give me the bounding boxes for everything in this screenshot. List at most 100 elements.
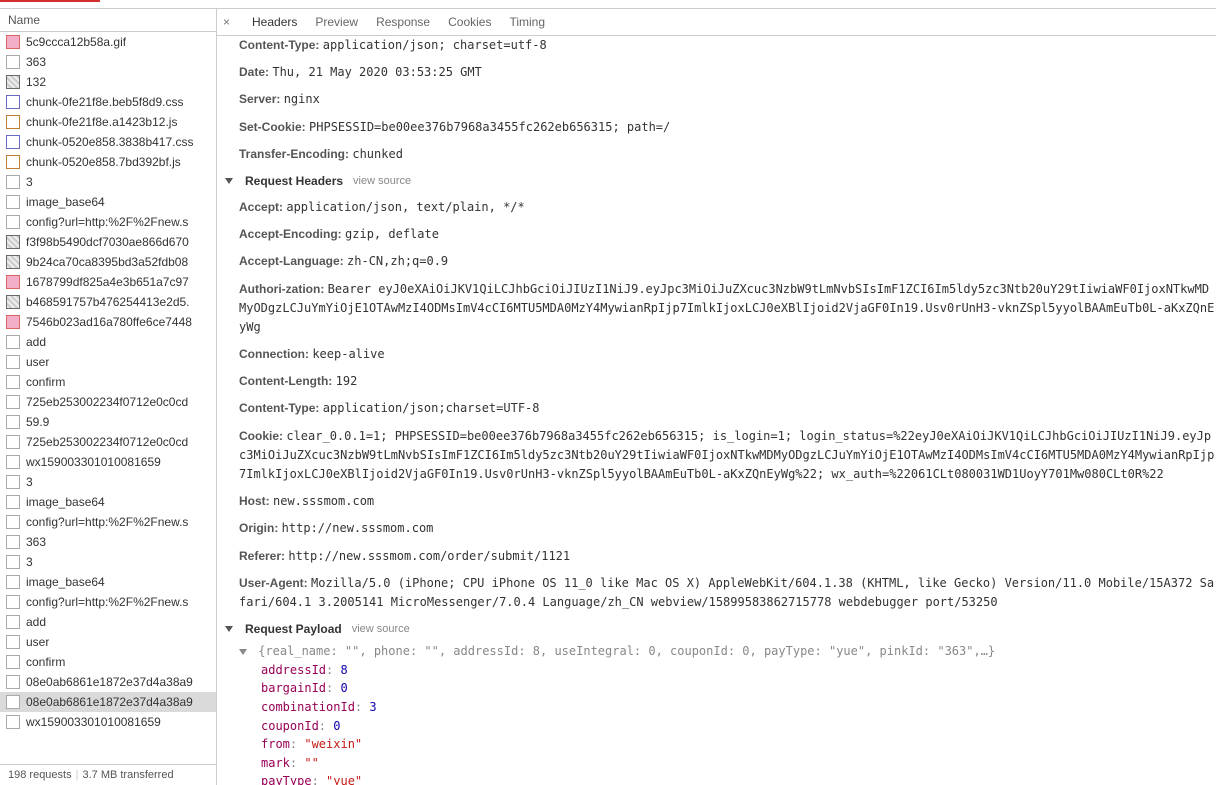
file-type-icon: [6, 235, 20, 249]
request-name: 1678799df825a4e3b651a7c97: [26, 275, 189, 289]
request-row[interactable]: chunk-0fe21f8e.beb5f8d9.css: [0, 92, 216, 112]
request-row[interactable]: 363: [0, 532, 216, 552]
tab-preview[interactable]: Preview: [315, 15, 358, 29]
request-row[interactable]: 5c9ccca12b58a.gif: [0, 32, 216, 52]
request-row[interactable]: 363: [0, 52, 216, 72]
request-row[interactable]: image_base64: [0, 192, 216, 212]
request-row[interactable]: b468591757b476254413e2d5.: [0, 292, 216, 312]
request-row[interactable]: config?url=http:%2F%2Fnew.s: [0, 512, 216, 532]
expand-arrow-icon: [239, 649, 247, 655]
request-name: config?url=http:%2F%2Fnew.s: [26, 215, 188, 229]
toolbar-active-indicator: [0, 0, 100, 2]
request-name: config?url=http:%2F%2Fnew.s: [26, 515, 188, 529]
request-row[interactable]: confirm: [0, 372, 216, 392]
header-row: User-Agent: Mozilla/5.0 (iPhone; CPU iPh…: [225, 570, 1216, 616]
request-row[interactable]: 59.9: [0, 412, 216, 432]
request-name: image_base64: [26, 495, 105, 509]
request-name: b468591757b476254413e2d5.: [26, 295, 190, 309]
request-row[interactable]: add: [0, 612, 216, 632]
tab-timing[interactable]: Timing: [509, 15, 545, 29]
request-row[interactable]: 132: [0, 72, 216, 92]
payload-prop: couponId: 0: [239, 717, 1216, 736]
file-type-icon: [6, 215, 20, 229]
request-name: confirm: [26, 375, 65, 389]
request-row[interactable]: config?url=http:%2F%2Fnew.s: [0, 592, 216, 612]
request-row[interactable]: f3f98b5490dcf7030ae866d670: [0, 232, 216, 252]
request-row[interactable]: chunk-0520e858.3838b417.css: [0, 132, 216, 152]
request-row[interactable]: chunk-0520e858.7bd392bf.js: [0, 152, 216, 172]
request-name: add: [26, 615, 46, 629]
request-row[interactable]: confirm: [0, 652, 216, 672]
payload-prop: payType: "yue": [239, 772, 1216, 785]
request-list-header[interactable]: Name: [0, 9, 216, 32]
request-row[interactable]: 725eb253002234f0712e0c0cd: [0, 392, 216, 412]
file-type-icon: [6, 115, 20, 129]
request-row[interactable]: 9b24ca70ca8395bd3a52fdb08: [0, 252, 216, 272]
details-panel: × Headers Preview Response Cookies Timing Co…: [217, 9, 1216, 785]
request-name: 9b24ca70ca8395bd3a52fdb08: [26, 255, 188, 269]
view-source-link[interactable]: view source: [352, 623, 410, 635]
request-name: user: [26, 355, 49, 369]
request-name: 7546b023ad16a780ffe6ce7448: [26, 315, 192, 329]
request-name: 3: [26, 175, 33, 189]
request-row[interactable]: image_base64: [0, 492, 216, 512]
request-row[interactable]: wx159003301010081659: [0, 452, 216, 472]
file-type-icon: [6, 35, 20, 49]
file-type-icon: [6, 475, 20, 489]
status-transferred: 3.7 MB transferred: [82, 769, 173, 781]
file-type-icon: [6, 355, 20, 369]
request-name: 08e0ab6861e1872e37d4a38a9: [26, 695, 193, 709]
payload-summary-row[interactable]: {real_name: "", phone: "", addressId: 8,…: [239, 642, 1216, 661]
request-name: 5c9ccca12b58a.gif: [26, 35, 126, 49]
tab-cookies[interactable]: Cookies: [448, 15, 491, 29]
expand-arrow-icon: [225, 178, 233, 184]
request-row[interactable]: 725eb253002234f0712e0c0cd: [0, 432, 216, 452]
header-row: Referer: http://new.sssmom.com/order/sub…: [225, 543, 1216, 570]
file-type-icon: [6, 675, 20, 689]
request-row[interactable]: chunk-0fe21f8e.a1423b12.js: [0, 112, 216, 132]
file-type-icon: [6, 455, 20, 469]
request-list[interactable]: 5c9ccca12b58a.gif363132chunk-0fe21f8e.be…: [0, 32, 216, 764]
request-name: chunk-0520e858.7bd392bf.js: [26, 155, 181, 169]
section-request-headers[interactable]: Request Headers view source: [225, 168, 1216, 194]
header-row: Cookie: clear_0.0.1=1; PHPSESSID=be00ee3…: [225, 423, 1216, 489]
header-row: Accept-Encoding: gzip, deflate: [225, 221, 1216, 248]
file-type-icon: [6, 575, 20, 589]
file-type-icon: [6, 595, 20, 609]
payload-prop: from: "weixin": [239, 735, 1216, 754]
request-row[interactable]: 3: [0, 172, 216, 192]
request-row[interactable]: add: [0, 332, 216, 352]
request-list-panel: Name 5c9ccca12b58a.gif363132chunk-0fe21f…: [0, 9, 217, 785]
request-row[interactable]: 1678799df825a4e3b651a7c97: [0, 272, 216, 292]
request-row[interactable]: config?url=http:%2F%2Fnew.s: [0, 212, 216, 232]
request-name: 363: [26, 535, 46, 549]
tab-headers[interactable]: Headers: [252, 15, 297, 29]
request-name: f3f98b5490dcf7030ae866d670: [26, 235, 189, 249]
header-row: Content-Type: application/json;charset=U…: [225, 395, 1216, 422]
file-type-icon: [6, 335, 20, 349]
request-name: image_base64: [26, 195, 105, 209]
details-tabs: × Headers Preview Response Cookies Timing: [217, 9, 1216, 36]
close-icon[interactable]: ×: [223, 15, 230, 29]
payload-prop: mark: "": [239, 754, 1216, 773]
request-row[interactable]: user: [0, 352, 216, 372]
request-name: add: [26, 335, 46, 349]
request-row[interactable]: wx159003301010081659: [0, 712, 216, 732]
file-type-icon: [6, 395, 20, 409]
file-type-icon: [6, 315, 20, 329]
request-row[interactable]: 08e0ab6861e1872e37d4a38a9: [0, 672, 216, 692]
section-request-payload[interactable]: Request Payload view source: [225, 616, 1216, 642]
request-row[interactable]: image_base64: [0, 572, 216, 592]
request-row[interactable]: 7546b023ad16a780ffe6ce7448: [0, 312, 216, 332]
request-row[interactable]: user: [0, 632, 216, 652]
tab-response[interactable]: Response: [376, 15, 430, 29]
header-row: Host: new.sssmom.com: [225, 488, 1216, 515]
request-row[interactable]: 3: [0, 472, 216, 492]
payload-prop: addressId: 8: [239, 661, 1216, 680]
file-type-icon: [6, 295, 20, 309]
file-type-icon: [6, 175, 20, 189]
header-row: Accept-Language: zh-CN,zh;q=0.9: [225, 248, 1216, 275]
request-row[interactable]: 08e0ab6861e1872e37d4a38a9: [0, 692, 216, 712]
view-source-link[interactable]: view source: [353, 175, 411, 187]
request-row[interactable]: 3: [0, 552, 216, 572]
